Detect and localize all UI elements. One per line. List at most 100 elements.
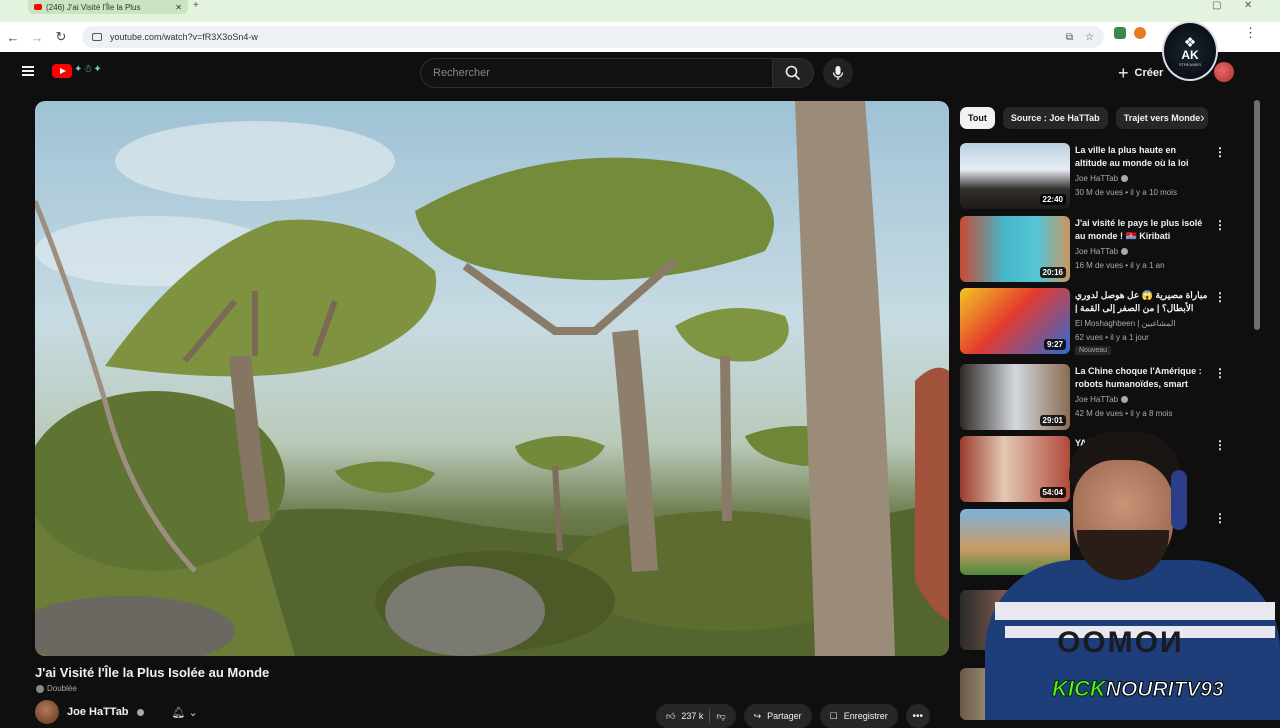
video-duration: 9:27 bbox=[1043, 339, 1066, 350]
youtube-header: ✦☃✦ + Créer bbox=[0, 52, 1280, 94]
hoodie-stripe bbox=[995, 602, 1275, 620]
list-item[interactable]: 20:16 J'ai visité le pays le plus isolé … bbox=[960, 216, 1230, 286]
notification-bell-icon[interactable]: 🔔︎ ⌄ bbox=[172, 706, 198, 719]
eagle-wings-icon: ❖ bbox=[1183, 33, 1197, 50]
like-dislike-group: 👍︎ 237 k 👎︎ bbox=[656, 704, 736, 728]
new-tab-icon[interactable]: + bbox=[193, 0, 199, 11]
verified-icon bbox=[1121, 175, 1129, 182]
youtube-logo[interactable] bbox=[52, 64, 72, 78]
channel-name-row: Joe HaTTab bbox=[1075, 247, 1129, 256]
search-field[interactable] bbox=[420, 58, 772, 88]
extensions-area bbox=[1114, 27, 1146, 39]
browser-toolbar: ← → ↻ youtube.com/watch?v=fR3X3oSn4-w ⧉ … bbox=[0, 22, 1280, 52]
more-vert-icon[interactable]: ⋮ bbox=[1214, 290, 1226, 304]
account-avatar[interactable] bbox=[1214, 62, 1234, 82]
plus-icon: + bbox=[1118, 63, 1129, 83]
extension-icon[interactable] bbox=[1114, 27, 1126, 39]
browser-tabstrip: (246) J'ai Visité l'Île la Plus ✕ + ▢ ✕ bbox=[0, 0, 1280, 22]
minimize-icon[interactable]: ▢ bbox=[1212, 0, 1221, 11]
shirt-print: NOMOO bbox=[1055, 626, 1182, 659]
site-info-icon[interactable] bbox=[92, 33, 102, 41]
video-title: J'ai Visité l'Île la Plus Isolée au Mond… bbox=[35, 665, 270, 680]
video-thumbnail[interactable]: 20:16 bbox=[960, 216, 1070, 282]
video-title[interactable]: La ville la plus haute en altitude au mo… bbox=[1075, 144, 1210, 170]
reload-icon[interactable]: ↻ bbox=[50, 26, 72, 48]
search-icon bbox=[785, 65, 801, 81]
address-bar[interactable]: youtube.com/watch?v=fR3X3oSn4-w ⧉ ☆ bbox=[82, 26, 1104, 48]
install-app-icon[interactable]: ⧉ bbox=[1066, 32, 1073, 43]
kick-logo: KICK bbox=[1052, 676, 1107, 702]
badge-subtext: STREAMER bbox=[1178, 62, 1202, 68]
browser-tab[interactable]: (246) J'ai Visité l'Île la Plus ✕ bbox=[28, 0, 188, 14]
dubbed-badge: Doublée bbox=[36, 684, 77, 693]
verified-icon bbox=[1121, 396, 1129, 403]
close-window-icon[interactable]: ✕ bbox=[1244, 0, 1252, 11]
forward-icon[interactable]: → bbox=[26, 26, 48, 48]
create-label: Créer bbox=[1134, 67, 1164, 79]
video-thumbnail[interactable]: 29:01 bbox=[960, 364, 1070, 430]
streamer-logo-badge: ❖ AK STREAMER bbox=[1162, 21, 1218, 81]
channel-name-row: Joe HaTTab bbox=[1075, 395, 1129, 404]
url-text: youtube.com/watch?v=fR3X3oSn4-w bbox=[110, 32, 258, 42]
more-vert-icon[interactable]: ⋮ bbox=[1214, 145, 1226, 159]
menu-icon[interactable] bbox=[22, 66, 34, 76]
channel-name[interactable]: Joe HaTTab bbox=[1075, 395, 1118, 404]
video-title[interactable]: La Chine choque l'Amérique : robots huma… bbox=[1075, 365, 1210, 391]
video-duration: 29:01 bbox=[1039, 415, 1066, 426]
create-button[interactable]: + Créer bbox=[1110, 58, 1171, 88]
video-title[interactable]: مباراة مصيرية 😱 عل هوصل لدوري الأبطال؟ |… bbox=[1075, 289, 1210, 315]
back-icon[interactable]: ← bbox=[2, 26, 24, 48]
search-input[interactable] bbox=[433, 67, 772, 79]
scrollbar[interactable] bbox=[1254, 100, 1260, 330]
verified-icon bbox=[136, 708, 144, 716]
video-player[interactable] bbox=[35, 101, 949, 656]
headset-icon bbox=[1171, 470, 1187, 530]
kick-streamer-tag: KICK NOURITV93 bbox=[1052, 676, 1225, 702]
channel-row: Joe HaTTab 🔔︎ ⌄ bbox=[35, 700, 198, 724]
dubbed-label: Doublée bbox=[47, 684, 77, 693]
search-button[interactable] bbox=[772, 58, 814, 88]
extension-icon[interactable] bbox=[1134, 27, 1146, 39]
channel-name[interactable]: Joe HaTTab bbox=[1075, 247, 1118, 256]
save-button[interactable]: ☐ Enregistrer bbox=[819, 704, 898, 728]
video-duration: 22:40 bbox=[1039, 194, 1066, 205]
channel-name[interactable]: Joe HaTTab bbox=[1075, 174, 1118, 183]
chevron-right-icon[interactable]: › bbox=[1200, 109, 1205, 125]
browser-menu-icon[interactable]: ⋮ bbox=[1244, 25, 1257, 41]
list-item[interactable]: 9:27 مباراة مصيرية 😱 عل هوصل لدوري الأبط… bbox=[960, 288, 1230, 358]
more-actions-icon[interactable]: ••• bbox=[905, 704, 930, 728]
channel-name-row: Joe HaTTab bbox=[1075, 174, 1129, 183]
channel-name-row: El Moshaghbeen | المشاغبين bbox=[1075, 319, 1176, 328]
youtube-favicon-icon bbox=[34, 4, 42, 10]
youtube-doodle-icon[interactable]: ✦☃✦ bbox=[74, 64, 120, 78]
video-frame-dragon-blood-trees bbox=[35, 101, 949, 656]
video-meta: 30 M de vues • il y a 10 mois bbox=[1075, 188, 1177, 197]
video-meta: 62 vues • il y a 1 jour bbox=[1075, 333, 1149, 342]
voice-search-button[interactable] bbox=[823, 58, 853, 88]
new-badge: Nouveau bbox=[1075, 346, 1112, 355]
list-item[interactable]: 22:40 La ville la plus haute en altitude… bbox=[960, 143, 1230, 213]
recommendation-chips: Tout Source : Joe HaTTab Trajet vers Mon… bbox=[960, 107, 1209, 129]
chip-all[interactable]: Tout bbox=[960, 107, 995, 129]
more-vert-icon[interactable]: ⋮ bbox=[1214, 218, 1226, 232]
channel-avatar[interactable] bbox=[35, 700, 59, 724]
chip-travel[interactable]: Trajet vers Monde bbox=[1115, 107, 1209, 129]
channel-name[interactable]: Joe HaTTab bbox=[67, 706, 129, 718]
microphone-icon bbox=[832, 66, 844, 80]
bookmark-star-icon[interactable]: ☆ bbox=[1085, 32, 1094, 43]
close-tab-icon[interactable]: ✕ bbox=[175, 3, 182, 12]
badge-text: AK bbox=[1181, 47, 1199, 62]
more-vert-icon[interactable]: ⋮ bbox=[1214, 366, 1226, 380]
channel-name[interactable]: El Moshaghbeen | المشاغبين bbox=[1075, 319, 1176, 328]
divider bbox=[709, 709, 711, 723]
chip-source[interactable]: Source : Joe HaTTab bbox=[1002, 107, 1108, 129]
video-thumbnail[interactable]: 9:27 bbox=[960, 288, 1070, 354]
tab-title: (246) J'ai Visité l'Île la Plus bbox=[46, 2, 141, 12]
share-button[interactable]: ↪ Partager bbox=[743, 704, 812, 728]
video-duration: 20:16 bbox=[1039, 267, 1066, 278]
video-meta: 16 M de vues • il y a 1 an bbox=[1075, 261, 1165, 270]
dubbed-icon bbox=[36, 684, 44, 693]
list-item[interactable]: 29:01 La Chine choque l'Amérique : robot… bbox=[960, 364, 1230, 434]
video-thumbnail[interactable]: 22:40 bbox=[960, 143, 1070, 209]
video-title[interactable]: J'ai visité le pays le plus isolé au mon… bbox=[1075, 217, 1210, 243]
